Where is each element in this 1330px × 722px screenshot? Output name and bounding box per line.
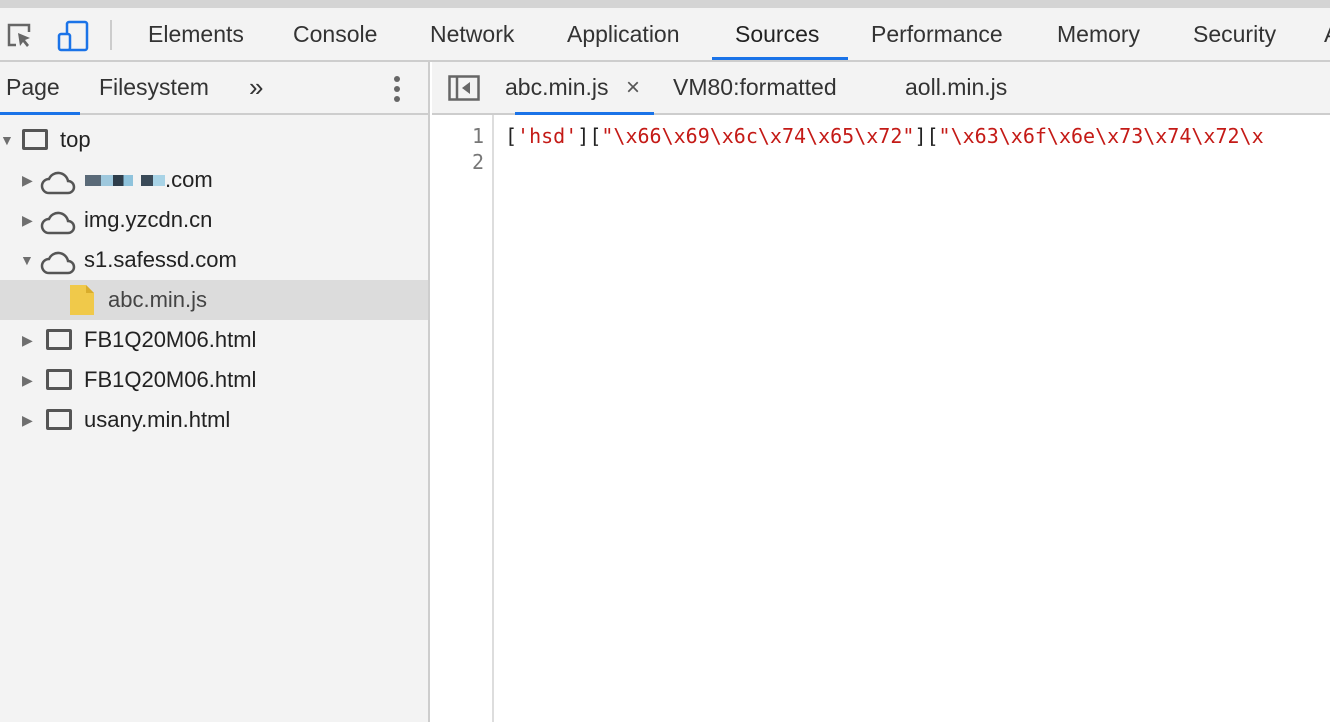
tree-item-label: top [60,127,91,152]
collapse-arrow-icon[interactable]: ▶ [22,160,33,200]
editor-tab-vm80-formatted[interactable]: VM80:formatted [673,62,837,113]
tree-item-label: FB1Q20M06.html [84,327,257,352]
collapse-arrow-icon[interactable]: ▶ [22,200,33,240]
tree-item-s1-safessd[interactable]: ▼ s1.safessd.com [0,240,428,280]
code-string: "\x66\x69\x6c\x74\x65\x72" [601,124,915,148]
line-number: 1 [471,124,484,148]
tab-sources[interactable]: Sources [735,8,819,60]
navigator-tabs: Page Filesystem » [0,62,428,115]
collapse-arrow-icon[interactable]: ▶ [22,360,33,400]
tab-audits-partial[interactable]: A [1324,8,1330,60]
tree-item-fb1q20m06-2[interactable]: ▶ FB1Q20M06.html [0,360,428,400]
expand-arrow-icon[interactable]: ▼ [20,240,34,280]
tree-item-domain[interactable]: ▶ .com [0,160,428,200]
close-tab-icon[interactable]: × [626,62,640,113]
toolbar-divider [110,20,112,50]
code-editor[interactable]: ['hsd']["\x66\x69\x6c\x74\x65\x72"]["\x6… [505,123,1330,149]
toggle-navigator-icon[interactable] [448,75,480,106]
tree-item-img-yzcdn[interactable]: ▶ img.yzcdn.cn [0,200,428,240]
window-top-strip [0,0,1330,8]
code-string: "\x63\x6f\x6e\x73\x74\x72\x [938,124,1264,148]
more-options-icon[interactable] [392,75,402,103]
tab-security[interactable]: Security [1193,8,1276,60]
tab-application[interactable]: Application [567,8,680,60]
tab-network[interactable]: Network [430,8,514,60]
tree-item-usany[interactable]: ▶ usany.min.html [0,400,428,440]
code-string: 'hsd' [517,124,578,148]
tree-item-top[interactable]: ▼ top [0,120,428,160]
tab-memory[interactable]: Memory [1057,8,1140,60]
navigator-panel: Page Filesystem » ▼ top ▶ .com ▶ img.yzc… [0,62,430,722]
tab-filesystem[interactable]: Filesystem [99,62,209,113]
code-bracket: ] [577,124,590,148]
frame-icon [22,129,48,150]
line-number: 2 [471,150,484,174]
tree-item-label: FB1Q20M06.html [84,367,257,392]
frame-icon [46,329,72,350]
editor-tabs: abc.min.js × VM80:formatted aoll.min.js [432,62,1330,115]
tree-item-label: .com [165,167,213,192]
tab-elements[interactable]: Elements [148,8,244,60]
frame-icon [46,369,72,390]
code-bracket: [ [926,124,939,148]
tab-page[interactable]: Page [6,62,60,113]
tree-item-label: s1.safessd.com [84,247,237,272]
frame-icon [46,409,72,430]
more-tabs-button[interactable]: » [249,62,263,113]
editor-tab-aoll-min-js[interactable]: aoll.min.js [905,62,1007,113]
inspect-element-icon[interactable] [6,22,34,50]
expand-arrow-icon[interactable]: ▼ [0,120,14,160]
device-toolbar-icon[interactable] [57,20,89,52]
tree-item-label: img.yzcdn.cn [84,207,213,232]
tab-performance[interactable]: Performance [871,8,1003,60]
tree-item-fb1q20m06-1[interactable]: ▶ FB1Q20M06.html [0,320,428,360]
line-number-gutter: 1 2 [432,115,494,722]
code-bracket: [ [505,124,518,148]
active-editor-tab-indicator [515,112,654,115]
code-bracket: ] [914,124,927,148]
editor-tab-abc-min-js[interactable]: abc.min.js [505,62,609,113]
tree-item-label: abc.min.js [108,287,208,312]
collapse-arrow-icon[interactable]: ▶ [22,320,33,360]
tree-item-abc-min-js[interactable]: abc.min.js [0,280,428,320]
collapse-arrow-icon[interactable]: ▶ [22,400,33,440]
active-tab-indicator [712,57,848,60]
devtools-toolbar: Elements Console Network Application Sou… [0,8,1330,62]
code-bracket: [ [589,124,602,148]
redacted-domain [85,175,165,186]
tree-item-label: usany.min.html [84,407,231,432]
tab-console[interactable]: Console [293,8,377,60]
active-subtab-indicator [0,112,80,115]
